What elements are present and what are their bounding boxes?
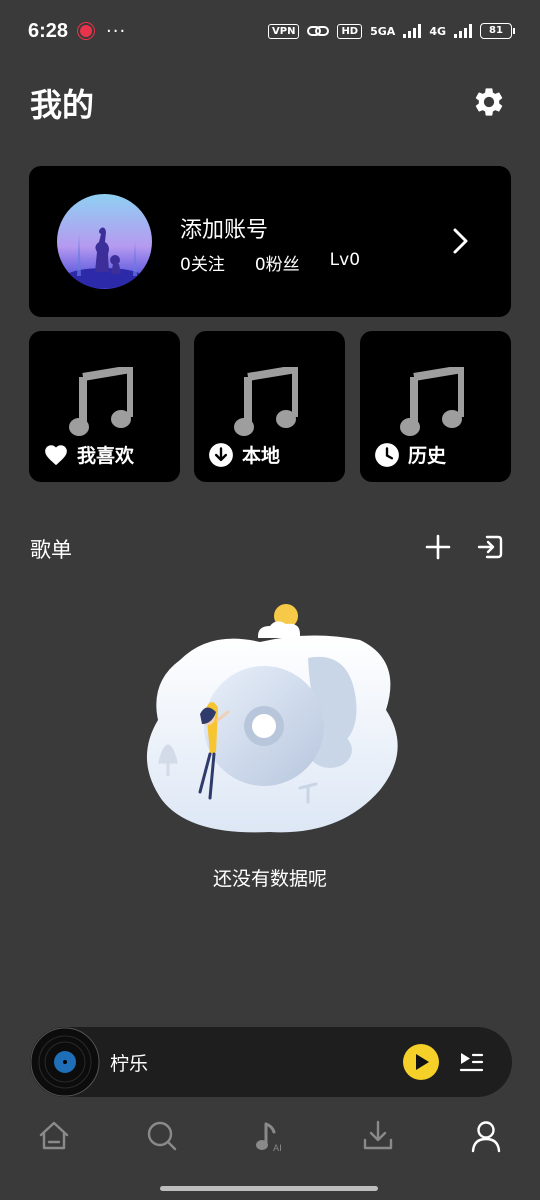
search-icon[interactable] — [144, 1118, 180, 1154]
music-note-icon — [400, 367, 464, 436]
network-5ga-label: 5GA — [370, 24, 396, 38]
tile-history-text: 历史 — [408, 445, 447, 467]
vpn-icon: VPN — [268, 23, 300, 39]
settings-gear-icon[interactable] — [472, 85, 506, 119]
link-icon — [307, 26, 330, 36]
following-count[interactable]: 0关注 — [180, 250, 225, 275]
playlist-queue-icon[interactable] — [458, 1049, 484, 1075]
ai-music-icon[interactable]: AI — [252, 1118, 288, 1154]
tile-label-local: 本地 — [208, 441, 280, 468]
followers-count[interactable]: 0粉丝 — [255, 250, 300, 275]
profile-stats: 0关注 0粉丝 Lv0 — [180, 250, 360, 275]
page-title: 我的 — [30, 86, 95, 124]
music-note-icon — [69, 367, 133, 436]
tile-label-favorites: 我喜欢 — [43, 441, 134, 468]
avatar[interactable] — [57, 194, 152, 289]
import-playlist-icon[interactable] — [476, 533, 504, 561]
hd-icon: HD — [337, 23, 363, 39]
battery-icon: 81 — [480, 23, 515, 39]
profile-icon[interactable] — [468, 1118, 504, 1154]
play-button[interactable] — [403, 1044, 439, 1080]
download-circle-icon — [209, 442, 233, 467]
empty-state-illustration — [146, 604, 398, 833]
recording-icon — [80, 25, 93, 37]
clock-icon — [375, 442, 399, 467]
profile-card[interactable]: 添加账号 0关注 0粉丝 Lv0 — [29, 166, 511, 317]
tile-label-history: 历史 — [374, 441, 446, 468]
player-track-title[interactable]: 柠乐 — [110, 1049, 148, 1076]
svg-text:AI: AI — [273, 1144, 282, 1154]
status-time: 6:28 — [28, 19, 69, 42]
home-indicator[interactable] — [160, 1186, 378, 1191]
signal-icon-2 — [454, 24, 472, 38]
album-disc-icon[interactable] — [30, 1027, 100, 1097]
status-bar: 6:28 ··· VPN HD 5GA 4G 81 — [0, 0, 540, 62]
playlists-title: 歌单 — [30, 538, 72, 562]
status-indicators: VPN HD 5GA 4G 81 — [268, 23, 515, 39]
tile-history[interactable]: 历史 — [360, 331, 511, 482]
signal-icon — [403, 24, 422, 38]
heart-icon — [45, 444, 67, 465]
empty-state-text: 还没有数据呢 — [212, 868, 327, 890]
bottom-nav: AI — [0, 1108, 540, 1170]
tile-local-text: 本地 — [242, 445, 281, 467]
music-note-icon — [234, 367, 298, 436]
chevron-right-icon[interactable] — [449, 226, 471, 256]
tile-favorites[interactable]: 我喜欢 — [29, 331, 180, 482]
download-icon[interactable] — [360, 1118, 396, 1154]
profile-name[interactable]: 添加账号 — [180, 212, 268, 244]
mini-player[interactable]: 柠乐 — [30, 1027, 512, 1097]
level-label: Lv0 — [329, 250, 361, 270]
tile-favorites-text: 我喜欢 — [77, 445, 135, 467]
home-icon[interactable] — [36, 1118, 72, 1154]
more-notifications-icon: ··· — [106, 20, 127, 42]
add-playlist-icon[interactable] — [424, 533, 452, 561]
network-4g-label: 4G — [429, 24, 446, 38]
tile-local[interactable]: 本地 — [194, 331, 345, 482]
